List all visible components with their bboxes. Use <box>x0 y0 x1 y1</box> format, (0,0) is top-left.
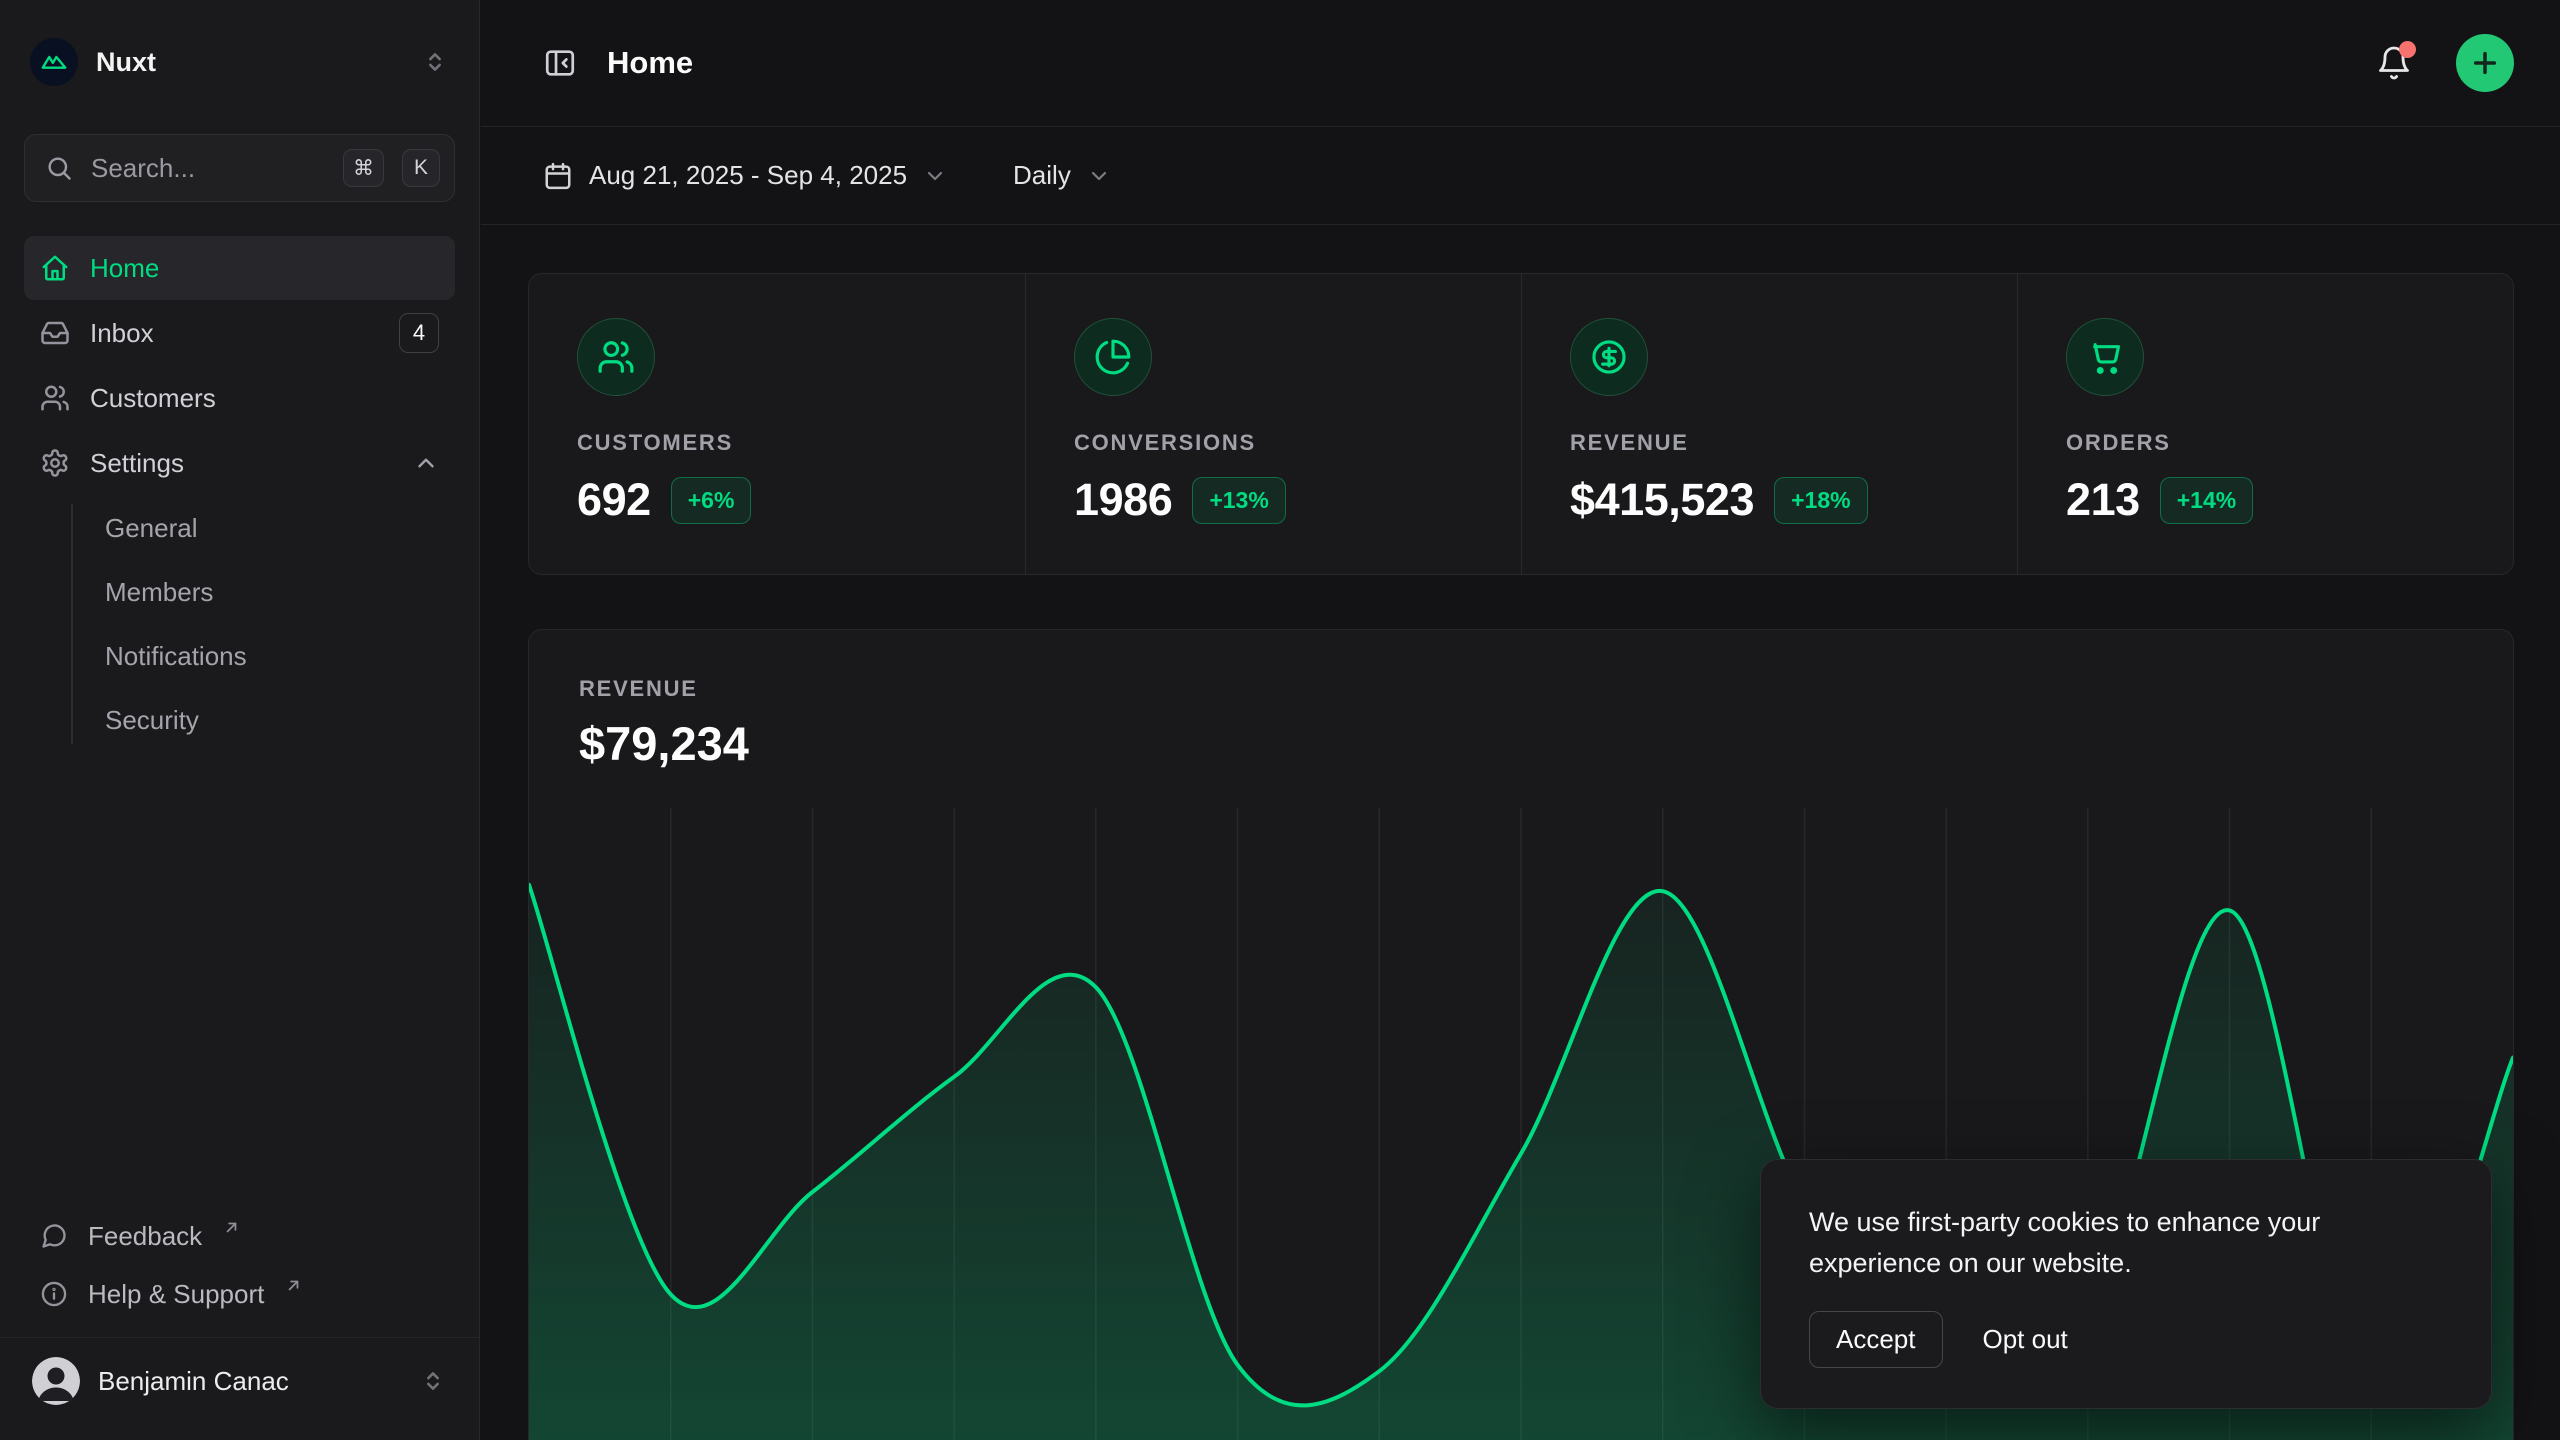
sidebar-item-home[interactable]: Home <box>24 236 455 300</box>
dollar-circle-icon <box>1570 318 1648 396</box>
kbd-k: K <box>402 149 440 187</box>
avatar <box>32 1357 80 1405</box>
feedback-link[interactable]: Feedback <box>24 1207 455 1265</box>
users-icon <box>40 383 70 413</box>
cookie-message: We use first-party cookies to enhance yo… <box>1809 1202 2401 1283</box>
external-link-icon <box>222 1218 241 1237</box>
stat-delta-badge: +13% <box>1192 477 1285 524</box>
chevron-down-icon <box>923 164 947 188</box>
collapse-sidebar-icon[interactable] <box>543 46 577 80</box>
search-placeholder: Search... <box>91 153 325 184</box>
plus-icon <box>2471 49 2499 77</box>
sidebar-item-label: Home <box>90 253 159 284</box>
workspace-switcher[interactable]: Nuxt <box>30 34 449 90</box>
sidebar-item-notifications[interactable]: Notifications <box>105 624 455 688</box>
nuxt-logo <box>30 38 78 86</box>
sidebar-item-general[interactable]: General <box>105 496 455 560</box>
header-actions <box>2376 34 2514 92</box>
cart-icon <box>2066 318 2144 396</box>
revenue-chart-header: REVENUE $79,234 <box>529 630 2513 771</box>
stat-label: ORDERS <box>2066 430 2465 456</box>
stat-label: REVENUE <box>1570 430 1969 456</box>
stat-value: 692 <box>577 474 651 526</box>
sidebar-item-security[interactable]: Security <box>105 688 455 752</box>
sidebar: Nuxt Search... ⌘ K Home Inbox 4 <box>0 0 480 1440</box>
info-circle-icon <box>40 1280 68 1308</box>
stat-value: 213 <box>2066 474 2140 526</box>
kbd-cmd: ⌘ <box>343 149 384 187</box>
stat-value: $415,523 <box>1570 474 1754 526</box>
stat-label: CUSTOMERS <box>577 430 977 456</box>
stat-card-orders[interactable]: ORDERS 213 +14% <box>2017 274 2513 574</box>
inbox-icon <box>40 318 70 348</box>
notifications-button[interactable] <box>2376 45 2412 81</box>
stat-card-revenue[interactable]: REVENUE $415,523 +18% <box>1521 274 2017 574</box>
stat-card-customers[interactable]: CUSTOMERS 692 +6% <box>529 274 1025 574</box>
house-icon <box>40 253 70 283</box>
chat-bubble-icon <box>40 1222 68 1250</box>
feedback-label: Feedback <box>88 1221 202 1252</box>
cookie-actions: Accept Opt out <box>1809 1311 2443 1368</box>
sidebar-item-label: Customers <box>90 383 216 414</box>
sidebar-item-settings[interactable]: Settings <box>24 431 455 495</box>
chevron-down-icon <box>1087 164 1111 188</box>
help-support-link[interactable]: Help & Support <box>24 1265 455 1323</box>
user-menu[interactable]: Benjamin Canac <box>24 1338 455 1424</box>
stat-value: 1986 <box>1074 474 1172 526</box>
stat-label: CONVERSIONS <box>1074 430 1473 456</box>
granularity-label: Daily <box>1013 160 1071 191</box>
optout-cookies-button[interactable]: Opt out <box>1983 1324 2068 1355</box>
notification-dot <box>2399 41 2416 58</box>
sidebar-item-label: Settings <box>90 448 184 479</box>
date-range-picker[interactable]: Aug 21, 2025 - Sep 4, 2025 <box>543 160 947 191</box>
search-icon <box>45 154 73 182</box>
add-button[interactable] <box>2456 34 2514 92</box>
sidebar-item-members[interactable]: Members <box>105 560 455 624</box>
granularity-select[interactable]: Daily <box>1013 160 1111 191</box>
page-title: Home <box>607 45 693 81</box>
pie-chart-icon <box>1074 318 1152 396</box>
chevron-up-down-icon <box>421 48 449 76</box>
stat-card-conversions[interactable]: CONVERSIONS 1986 +13% <box>1025 274 1521 574</box>
inbox-count-badge: 4 <box>399 313 439 353</box>
sidebar-nav: Home Inbox 4 Customers Settings Ge <box>24 236 455 758</box>
users-icon <box>577 318 655 396</box>
chevron-up-icon <box>413 450 439 476</box>
help-support-label: Help & Support <box>88 1279 264 1310</box>
stat-delta-badge: +18% <box>1774 477 1867 524</box>
accept-cookies-button[interactable]: Accept <box>1809 1311 1943 1368</box>
revenue-chart-value: $79,234 <box>579 716 2463 771</box>
filters-toolbar: Aug 21, 2025 - Sep 4, 2025 Daily <box>481 127 2560 225</box>
sidebar-item-inbox[interactable]: Inbox 4 <box>24 301 455 365</box>
sidebar-item-label: Inbox <box>90 318 154 349</box>
workspace-name: Nuxt <box>96 47 156 78</box>
chevron-up-down-icon <box>419 1367 447 1395</box>
page-header: Home <box>481 0 2560 127</box>
sidebar-item-customers[interactable]: Customers <box>24 366 455 430</box>
external-link-icon <box>284 1276 303 1295</box>
sidebar-footer: Feedback Help & Support Benjamin Canac <box>24 1207 455 1424</box>
gear-icon <box>40 448 70 478</box>
search-input[interactable]: Search... ⌘ K <box>24 134 455 202</box>
stat-delta-badge: +14% <box>2160 477 2253 524</box>
revenue-chart-label: REVENUE <box>579 676 2463 702</box>
stats-cards: CUSTOMERS 692 +6% CONVERSIONS 1986 +13% <box>528 273 2514 575</box>
user-name: Benjamin Canac <box>98 1366 289 1397</box>
settings-subnav: General Members Notifications Security <box>24 496 455 752</box>
date-range-label: Aug 21, 2025 - Sep 4, 2025 <box>589 160 907 191</box>
cookie-banner: We use first-party cookies to enhance yo… <box>1760 1159 2492 1409</box>
calendar-icon <box>543 161 573 191</box>
stat-delta-badge: +6% <box>671 477 752 524</box>
